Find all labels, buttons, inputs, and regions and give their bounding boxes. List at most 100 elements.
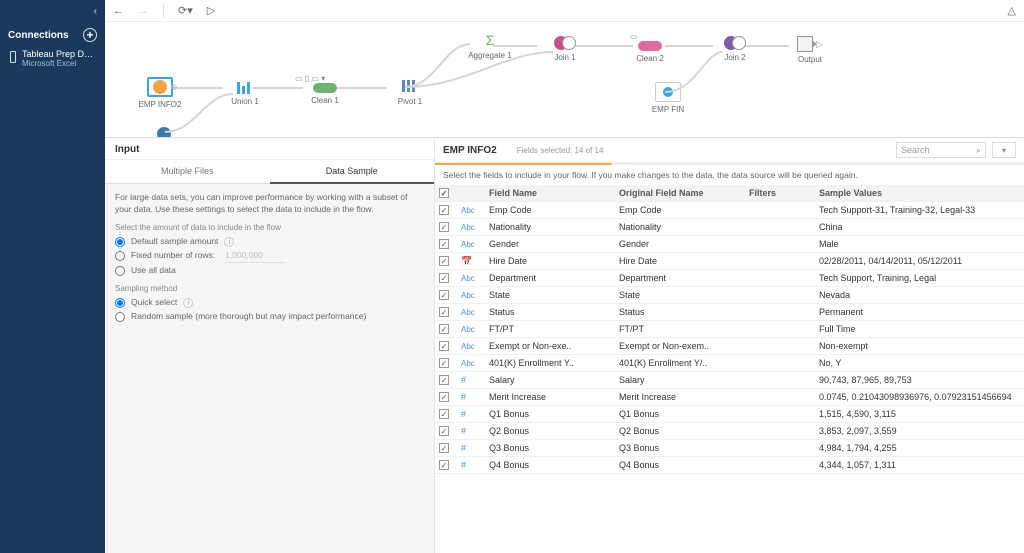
string-type-icon: Abc — [461, 325, 475, 334]
row-checkbox[interactable]: ✓ — [439, 290, 449, 300]
table-row[interactable]: ✓Abc401(K) Enrollment Y..401(K) Enrollme… — [435, 355, 1024, 372]
tab-data-sample[interactable]: Data Sample — [270, 160, 435, 184]
grid-hint: Select the fields to include in your flo… — [435, 165, 1024, 185]
back-button[interactable]: ← — [113, 5, 124, 17]
table-row[interactable]: ✓#Q1 BonusQ1 Bonus1,515, 4,590, 3,115 — [435, 406, 1024, 423]
table-row[interactable]: ✓📅Hire DateHire Date02/28/2011, 04/14/20… — [435, 253, 1024, 270]
grid-title: EMP INFO2 — [443, 145, 497, 156]
radio-all[interactable] — [115, 266, 125, 276]
cell-orig: 401(K) Enrollment Y/.. — [615, 356, 745, 370]
string-type-icon: Abc — [461, 274, 475, 283]
table-row[interactable]: ✓#Merit IncreaseMerit Increase0.0745, 0.… — [435, 389, 1024, 406]
fixed-rows-input[interactable]: 1,000,000 — [225, 250, 285, 263]
row-checkbox[interactable]: ✓ — [439, 375, 449, 385]
node-join1[interactable]: Join 1 — [540, 36, 590, 62]
cell-orig: Emp Code — [615, 203, 745, 217]
row-checkbox[interactable]: ✓ — [439, 426, 449, 436]
flow-canvas[interactable]: EMP INFO2 ⊕ Union 1 ▭ ▯ ▭ ▾ Clean 1 Pivo… — [105, 22, 1024, 137]
cell-sample: No, Y — [815, 356, 1024, 370]
row-checkbox[interactable]: ✓ — [439, 358, 449, 368]
cell-orig: Status — [615, 305, 745, 319]
select-all-checkbox[interactable]: ✓ — [439, 188, 449, 198]
cell-filters — [745, 310, 815, 314]
table-row[interactable]: ✓AbcNationalityNationalityChina — [435, 219, 1024, 236]
cell-filters — [745, 242, 815, 246]
play-icon[interactable]: ▷ — [816, 39, 823, 50]
col-field-name[interactable]: Field Name — [485, 186, 615, 200]
radio-random[interactable] — [115, 312, 125, 322]
radio-fixed[interactable] — [115, 251, 125, 261]
add-step-icon[interactable]: ⊕ — [170, 82, 178, 93]
table-row[interactable]: ✓#Q2 BonusQ2 Bonus3,853, 2,097, 3,559 — [435, 423, 1024, 440]
string-type-icon: Abc — [461, 240, 475, 249]
table-row[interactable]: ✓AbcDepartmentDepartmentTech Support, Tr… — [435, 270, 1024, 287]
info-icon[interactable]: i — [224, 237, 234, 247]
radio-default[interactable] — [115, 237, 125, 247]
cell-filters — [745, 344, 815, 348]
table-row[interactable]: ✓AbcGenderGenderMale — [435, 236, 1024, 253]
row-checkbox[interactable]: ✓ — [439, 460, 449, 470]
table-row[interactable]: ✓AbcEmp CodeEmp CodeTech Support-31, Tra… — [435, 202, 1024, 219]
row-checkbox[interactable]: ✓ — [439, 222, 449, 232]
cell-filters — [745, 412, 815, 416]
add-connection-button[interactable]: + — [83, 28, 97, 42]
node-pivot1[interactable]: Pivot 1 — [385, 80, 435, 106]
node-output[interactable]: ▷ Output — [785, 36, 835, 64]
row-checkbox[interactable]: ✓ — [439, 256, 449, 266]
cell-orig: Salary — [615, 373, 745, 387]
info-icon[interactable]: i — [183, 298, 193, 308]
cell-orig: Q3 Bonus — [615, 441, 745, 455]
node-aggregate1[interactable]: Σ Aggregate 1 — [465, 32, 515, 60]
sidebar-collapse-bar[interactable]: ‹ — [0, 0, 105, 22]
node-clean2[interactable]: Clean 2 — [625, 41, 675, 63]
col-sample[interactable]: Sample Values — [815, 186, 1024, 200]
row-checkbox[interactable]: ✓ — [439, 307, 449, 317]
output-icon — [797, 36, 813, 52]
connection-item[interactable]: Tableau Prep Data.xlsx Microsoft Excel — [0, 46, 105, 73]
run-flow-button[interactable]: ▷ — [207, 4, 215, 17]
col-filters[interactable]: Filters — [745, 186, 815, 200]
row-checkbox[interactable]: ✓ — [439, 324, 449, 334]
cell-sample: 90,743, 87,965, 89,753 — [815, 373, 1024, 387]
aggregate-icon: Σ — [486, 32, 495, 48]
table-row[interactable]: ✓AbcStatusStatusPermanent — [435, 304, 1024, 321]
table-row[interactable]: ✓#Q4 BonusQ4 Bonus4,344, 1,057, 1,311 — [435, 457, 1024, 474]
search-input[interactable]: Search ⌕ — [896, 142, 986, 158]
row-checkbox[interactable]: ✓ — [439, 409, 449, 419]
row-checkbox[interactable]: ✓ — [439, 341, 449, 351]
node-partial-input[interactable] — [157, 127, 171, 137]
row-checkbox[interactable]: ✓ — [439, 205, 449, 215]
col-orig-name[interactable]: Original Field Name — [615, 186, 745, 200]
refresh-button[interactable]: ⟳▾ — [178, 4, 193, 17]
cell-orig: Q2 Bonus — [615, 424, 745, 438]
cell-orig: Q1 Bonus — [615, 407, 745, 421]
node-union1[interactable]: Union 1 — [220, 80, 270, 106]
opt-fixed-rows[interactable]: Fixed number of rows: 1,000,000 — [115, 250, 424, 263]
table-row[interactable]: ✓#Q3 BonusQ3 Bonus4,984, 1,794, 4,255 — [435, 440, 1024, 457]
number-type-icon: # — [461, 443, 466, 453]
table-row[interactable]: ✓AbcExempt or Non-exe..Exempt or Non-exe… — [435, 338, 1024, 355]
table-row[interactable]: ✓#SalarySalary90,743, 87,965, 89,753 — [435, 372, 1024, 389]
cell-field: Q4 Bonus — [485, 458, 615, 472]
forward-button[interactable]: → — [138, 5, 149, 17]
radio-quick[interactable] — [115, 298, 125, 308]
cell-field: Q2 Bonus — [485, 424, 615, 438]
cell-field: 401(K) Enrollment Y.. — [485, 356, 615, 370]
opt-random-sample[interactable]: Random sample (more thorough but may imp… — [115, 311, 424, 323]
table-row[interactable]: ✓AbcStateStateNevada — [435, 287, 1024, 304]
opt-all-data[interactable]: Use all data — [115, 265, 424, 277]
table-row[interactable]: ✓AbcFT/PTFT/PTFull Time — [435, 321, 1024, 338]
row-checkbox[interactable]: ✓ — [439, 443, 449, 453]
row-checkbox[interactable]: ✓ — [439, 392, 449, 402]
node-join2[interactable]: Join 2 — [710, 36, 760, 62]
opt-quick-select[interactable]: Quick select i — [115, 297, 424, 309]
tab-multiple-files[interactable]: Multiple Files — [105, 160, 270, 184]
node-clean1[interactable]: Clean 1 — [300, 83, 350, 105]
input-config-panel: Input Multiple Files Data Sample For lar… — [105, 138, 435, 553]
row-checkbox[interactable]: ✓ — [439, 239, 449, 249]
row-checkbox[interactable]: ✓ — [439, 273, 449, 283]
node-emp-fin[interactable]: EMP FIN — [643, 82, 693, 114]
view-options-dropdown[interactable]: ▾ — [992, 142, 1016, 158]
opt-default-sample[interactable]: Default sample amount i — [115, 236, 424, 248]
alerts-button[interactable]: △ — [1008, 4, 1016, 17]
